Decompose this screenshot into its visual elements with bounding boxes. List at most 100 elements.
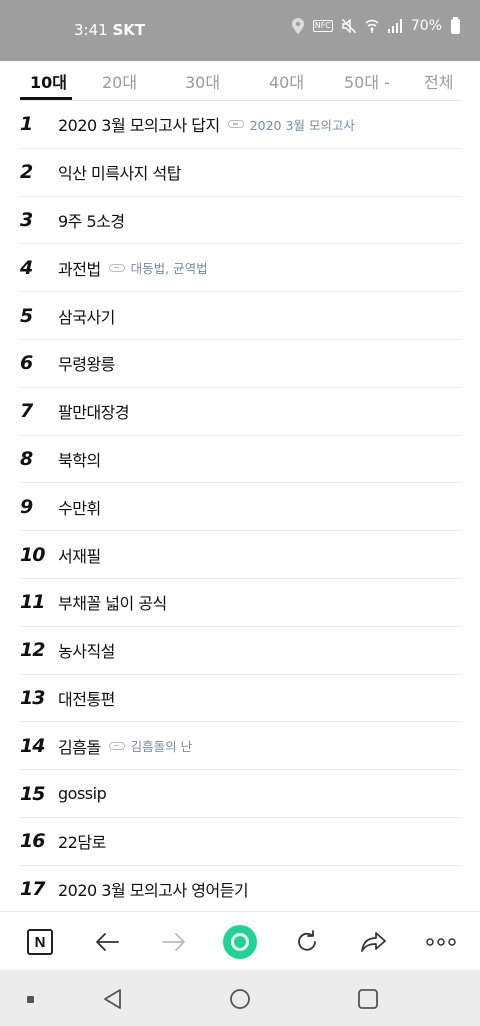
- ranking-row[interactable]: 4 과전법 대동법, 균역법: [20, 244, 462, 293]
- rank-keyword[interactable]: 22담로: [58, 829, 106, 853]
- back-arrow-icon: [96, 933, 119, 951]
- ranking-row[interactable]: 7 팔만대장경: [20, 388, 462, 436]
- rank-number: 4: [20, 256, 33, 279]
- rank-keyword[interactable]: 북학의: [58, 447, 101, 471]
- rank-number: 15: [20, 782, 45, 805]
- recent-dot-button[interactable]: [17, 986, 43, 1012]
- rank-keyword[interactable]: 2020 3월 모의고사 답지: [58, 112, 220, 136]
- ranking-row[interactable]: 6 무령왕릉: [20, 340, 462, 388]
- rank-keyword[interactable]: 9주 5소경: [58, 208, 125, 232]
- tab-40s[interactable]: 40대: [269, 69, 304, 93]
- ranking-row[interactable]: 9 수만휘: [20, 483, 462, 532]
- rank-number: 5: [20, 304, 33, 327]
- ranking-row[interactable]: 5 삼국사기: [20, 292, 462, 340]
- status-icons: NFC 70%: [291, 16, 460, 34]
- rank-number: 12: [20, 639, 45, 662]
- rank-number: 6: [20, 352, 33, 375]
- green-dot-button[interactable]: [223, 925, 257, 959]
- rank-keyword[interactable]: 대전통편: [58, 686, 115, 710]
- related-keyword-text: 김흠돌의 난: [130, 739, 193, 755]
- related-keyword[interactable]: 김흠돌의 난: [108, 736, 193, 755]
- rank-number: 9: [20, 495, 33, 518]
- tab-30s[interactable]: 30대: [185, 69, 220, 93]
- rank-number: 2: [20, 161, 33, 184]
- nav-back-icon: [104, 989, 121, 1009]
- ranking-row[interactable]: 2 익산 미륵사지 석탑: [20, 149, 462, 197]
- naver-home-icon: N: [27, 929, 53, 955]
- tab-10s[interactable]: 10대: [30, 69, 67, 93]
- rank-number: 8: [20, 447, 33, 470]
- link-icon: [227, 120, 244, 129]
- rank-keyword[interactable]: 2020 3월 모의고사 영어듣기: [58, 877, 249, 901]
- link-icon: [108, 263, 125, 272]
- system-nav-bar: [0, 970, 480, 1026]
- nav-home-icon: [230, 989, 250, 1009]
- battery-icon: [451, 16, 460, 34]
- refresh-icon: [298, 930, 316, 951]
- share-icon: [361, 932, 386, 952]
- wifi-icon: [365, 19, 379, 33]
- back-button[interactable]: [90, 925, 124, 959]
- tab-20s[interactable]: 20대: [102, 69, 137, 93]
- rank-keyword[interactable]: 서재필: [58, 543, 101, 567]
- mute-icon: [341, 19, 356, 33]
- ranking-row[interactable]: 13 대전통편: [20, 675, 462, 723]
- related-keyword-text: 2020 3월 모의고사: [249, 117, 355, 133]
- green-dot-icon: [223, 925, 257, 959]
- rank-number: 17: [20, 878, 45, 901]
- rank-keyword[interactable]: 팔만대장경: [58, 399, 130, 423]
- ranking-row[interactable]: 17 2020 3월 모의고사 영어듣기: [20, 866, 462, 914]
- rank-keyword[interactable]: 무령왕릉: [58, 351, 115, 375]
- carrier-text: SKT: [112, 21, 146, 39]
- rank-keyword[interactable]: 수만휘: [58, 495, 101, 519]
- more-button[interactable]: [424, 925, 458, 959]
- ranking-row[interactable]: 10 서재필: [20, 531, 462, 579]
- related-keyword[interactable]: 대동법, 균역법: [108, 258, 208, 277]
- rank-keyword[interactable]: 농사직설: [58, 638, 115, 662]
- ranking-list: 1 2020 3월 모의고사 답지 2020 3월 모의고사 2 익산 미륵사지 석탑 3…: [20, 101, 462, 914]
- battery-percent: 70%: [410, 18, 442, 34]
- nav-recents-icon: [358, 989, 378, 1009]
- nfc-icon: NFC: [312, 20, 333, 32]
- refresh-button[interactable]: [290, 925, 324, 959]
- link-icon: [108, 741, 125, 750]
- naver-home-button[interactable]: N: [23, 925, 57, 959]
- nav-home-button[interactable]: [227, 986, 253, 1012]
- clock-text: 3:41: [74, 21, 108, 39]
- nav-recents-button[interactable]: [355, 986, 381, 1012]
- rank-number: 3: [20, 208, 33, 231]
- rank-keyword[interactable]: gossip: [58, 784, 107, 803]
- signal-icon: [387, 19, 402, 33]
- status-bar: 3:41 SKT NFC 70%: [0, 0, 480, 61]
- rank-keyword[interactable]: 김흠돌: [58, 734, 101, 758]
- ranking-row[interactable]: 1 2020 3월 모의고사 답지 2020 3월 모의고사: [20, 101, 462, 149]
- ranking-row[interactable]: 3 9주 5소경: [20, 197, 462, 245]
- ranking-row[interactable]: 16 22담로: [20, 818, 462, 866]
- tab-all[interactable]: 전체: [424, 69, 453, 93]
- rank-number: 10: [20, 543, 45, 566]
- ranking-row[interactable]: 11 부채꼴 넓이 공식: [20, 579, 462, 627]
- forward-button[interactable]: [157, 925, 191, 959]
- rank-number: 1: [20, 113, 33, 136]
- recent-dot-icon: [26, 995, 34, 1003]
- related-keyword[interactable]: 2020 3월 모의고사: [227, 115, 355, 134]
- location-icon: [291, 18, 304, 34]
- rank-number: 14: [20, 734, 45, 757]
- browser-toolbar: N: [0, 911, 480, 970]
- ranking-row[interactable]: 12 농사직설: [20, 627, 462, 675]
- rank-number: 13: [20, 686, 45, 709]
- nav-back-button[interactable]: [99, 986, 125, 1012]
- rank-keyword[interactable]: 익산 미륵사지 석탑: [58, 160, 181, 184]
- related-keyword-text: 대동법, 균역법: [130, 261, 208, 277]
- ranking-row[interactable]: 15 gossip: [20, 770, 462, 818]
- status-time: 3:41 SKT: [74, 21, 145, 39]
- tab-50s-plus[interactable]: 50대 -: [344, 69, 390, 93]
- rank-keyword[interactable]: 삼국사기: [58, 304, 115, 328]
- rank-keyword[interactable]: 부채꼴 넓이 공식: [58, 590, 167, 614]
- rank-keyword[interactable]: 과전법: [58, 256, 101, 280]
- rank-number: 16: [20, 830, 45, 853]
- ranking-row[interactable]: 14 김흠돌 김흠돌의 난: [20, 722, 462, 771]
- ranking-row[interactable]: 8 북학의: [20, 436, 462, 484]
- share-button[interactable]: [357, 925, 391, 959]
- forward-arrow-icon: [162, 933, 185, 951]
